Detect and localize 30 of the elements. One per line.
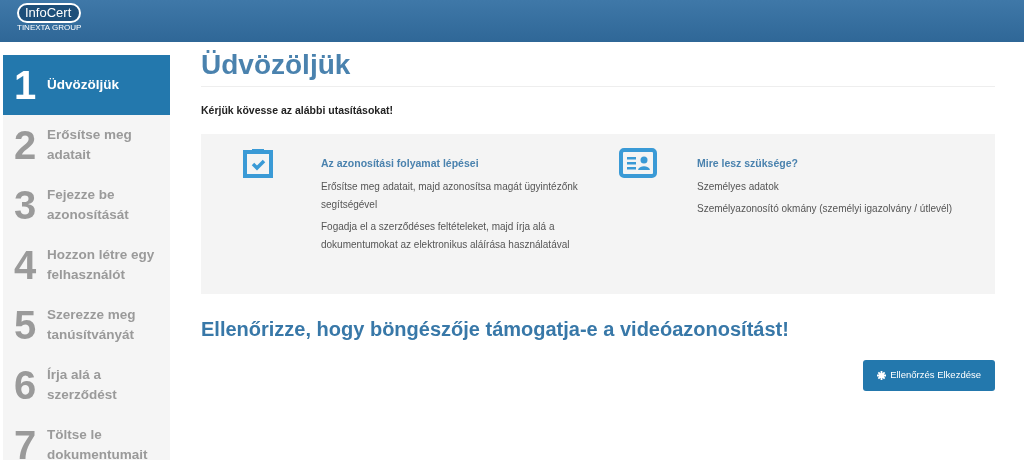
section-heading: Ellenőrizze, hogy böngészője támogatja-e a videóazonosítást!	[201, 317, 790, 343]
step-item[interactable]: 1 Üdvözöljük	[3, 55, 170, 115]
step-number: 7	[12, 425, 38, 460]
logo: InfoCert	[17, 3, 82, 23]
info-heading: Az azonosítási folyamat lépései	[321, 156, 480, 172]
step-label: Írja alá a szerződést	[47, 366, 118, 404]
page-title: Üdvözöljük	[201, 48, 995, 87]
info-text: Személyes adatok	[697, 180, 780, 195]
start-check-button[interactable]: Ellenőrzés Elkezdése	[863, 360, 995, 391]
step-label: Hozzon létre egy felhasználót	[47, 246, 156, 284]
step-number: 1	[12, 65, 38, 105]
step-label: Üdvözöljük	[47, 76, 120, 94]
step-number: 6	[12, 365, 38, 405]
asterisk-icon	[877, 370, 887, 380]
instruction-text: Kérjük kövesse az alábbi utasításokat!	[201, 102, 394, 118]
clipboard-check-icon	[243, 148, 273, 179]
step-number: 5	[12, 305, 38, 345]
step-number: 2	[12, 125, 38, 165]
info-text: Erősítse meg adatait, majd azonosítsa magát ügyintézőnk segítségével	[321, 180, 579, 213]
logo-caption: TINEXTA GROUP	[17, 23, 82, 32]
info-heading: Mire lesz szüksége?	[697, 156, 799, 172]
step-label: Fejezze be azonosítását	[47, 186, 130, 224]
step-label: Szerezze meg tanúsítványát	[47, 306, 137, 344]
info-text: Személyazonosító okmány (személyi igazolvány / útlevél)	[697, 202, 954, 217]
info-text: Fogadja el a szerződéses feltételeket, majd írja alá a dokumentumokat az elektronikus aláírása használatával	[321, 220, 571, 253]
step-label: Töltse le dokumentumait	[47, 426, 149, 460]
id-card-icon	[619, 148, 657, 179]
step-number: 4	[12, 245, 38, 285]
step-number: 3	[12, 185, 38, 225]
step-label: Erősítse meg adatait	[47, 126, 133, 164]
